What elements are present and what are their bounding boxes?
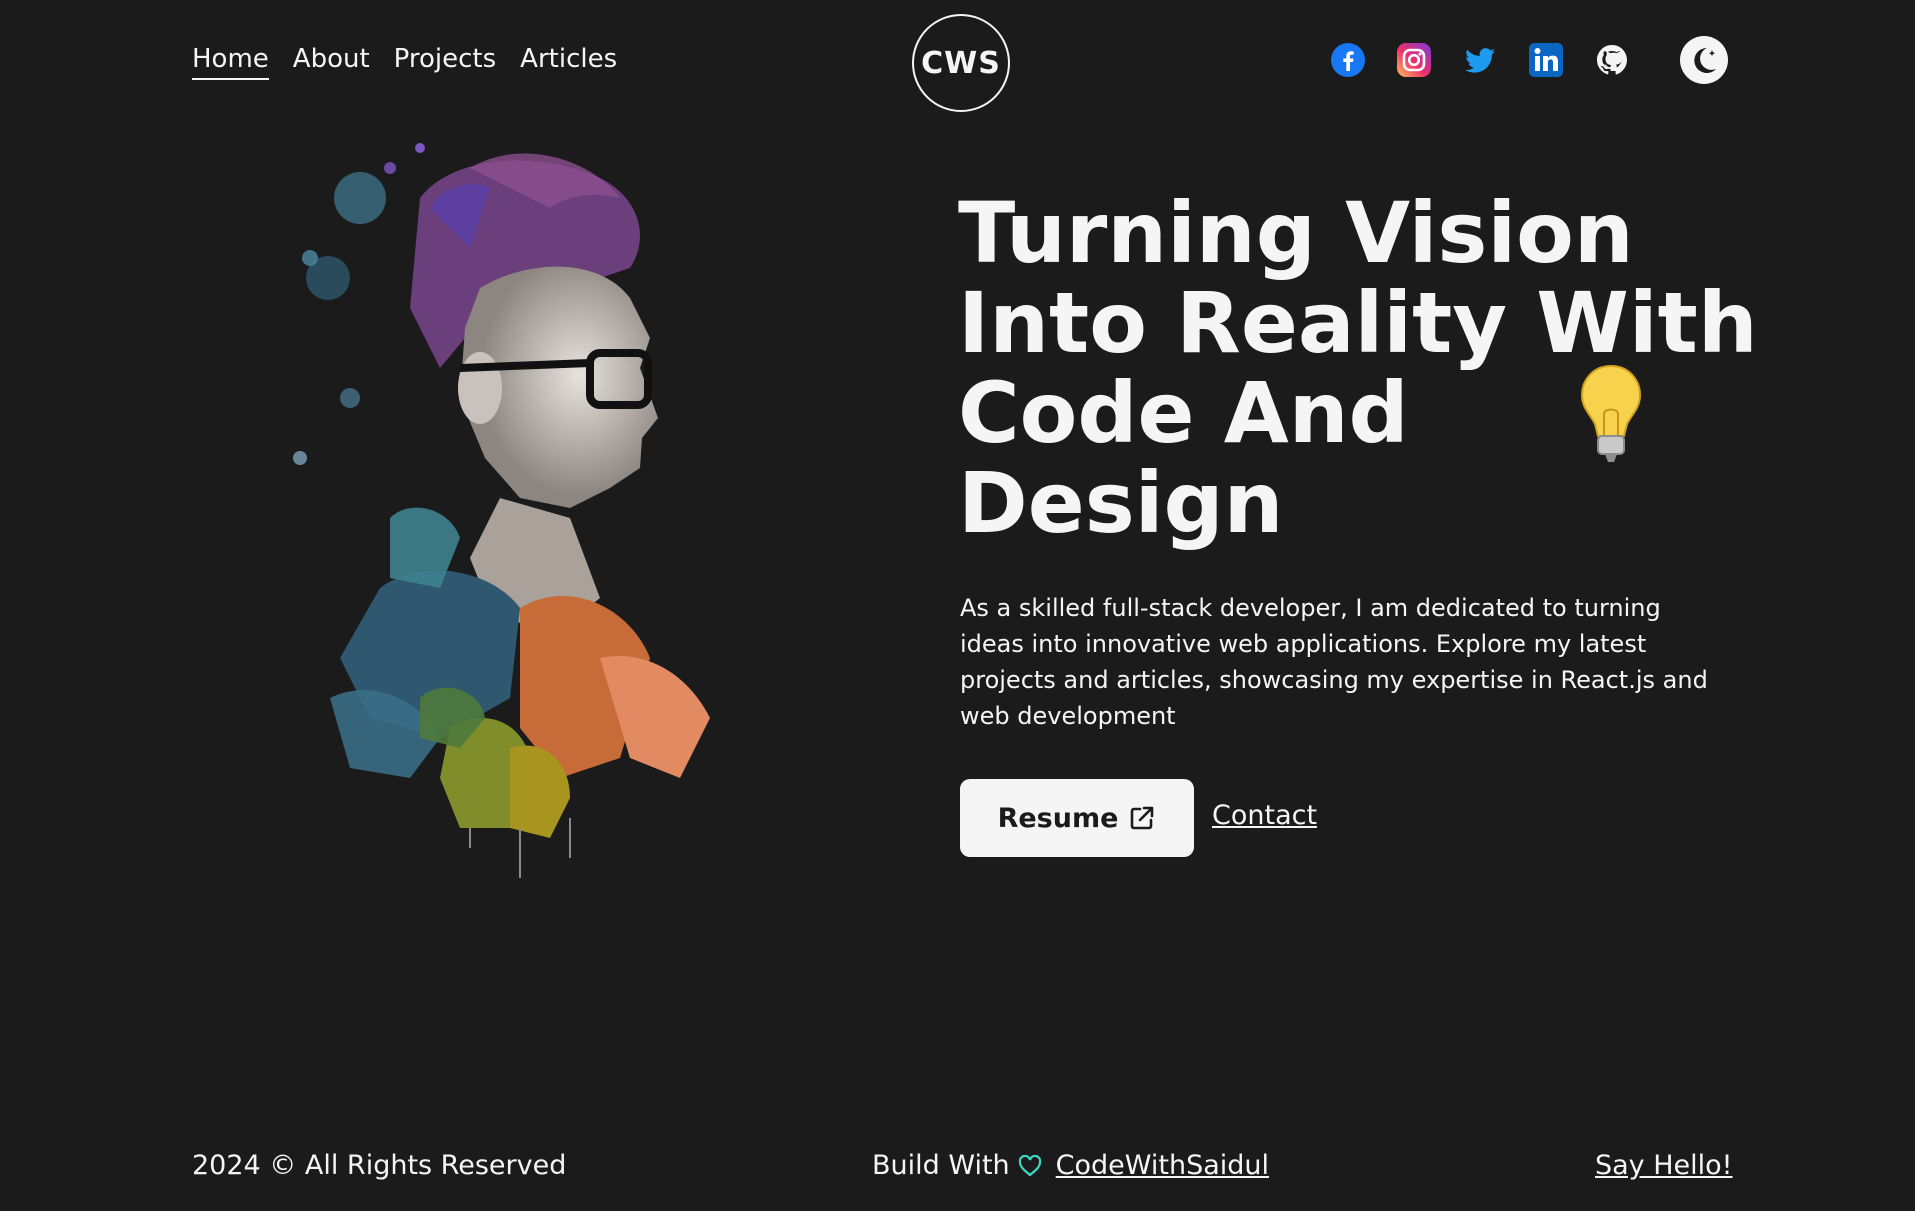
social-links [1330, 42, 1630, 78]
lightbulb-icon [1580, 364, 1642, 462]
logo[interactable]: CWS [912, 14, 1010, 112]
twitter-icon[interactable] [1462, 42, 1498, 78]
resume-button[interactable]: Resume [960, 779, 1194, 857]
moon-icon [1694, 47, 1716, 73]
developer-portrait [293, 143, 710, 878]
build-with-text: Build With [872, 1150, 1010, 1181]
linkedin-icon[interactable] [1528, 42, 1564, 78]
say-hello-link[interactable]: Say Hello! [1595, 1150, 1733, 1181]
copyright-text: 2024 © All Rights Reserved [192, 1150, 567, 1181]
instagram-icon[interactable] [1396, 42, 1432, 78]
nav-about[interactable]: About [293, 44, 370, 80]
author-link[interactable]: CodeWithSaidul [1056, 1150, 1269, 1181]
resume-label: Resume [997, 802, 1119, 834]
facebook-icon[interactable] [1330, 42, 1366, 78]
build-credit: Build With CodeWithSaidul [872, 1150, 1269, 1181]
nav-projects[interactable]: Projects [394, 44, 497, 80]
theme-toggle-button[interactable] [1680, 36, 1728, 84]
external-link-icon [1131, 806, 1154, 830]
hero-intro: As a skilled full-stack developer, I am … [960, 594, 1708, 730]
contact-link[interactable]: Contact [1212, 800, 1317, 831]
heart-icon [1018, 1154, 1041, 1176]
main-nav: Home About Projects Articles [192, 44, 617, 80]
nav-articles[interactable]: Articles [520, 44, 617, 80]
github-icon[interactable] [1594, 42, 1630, 78]
nav-home[interactable]: Home [192, 44, 269, 80]
